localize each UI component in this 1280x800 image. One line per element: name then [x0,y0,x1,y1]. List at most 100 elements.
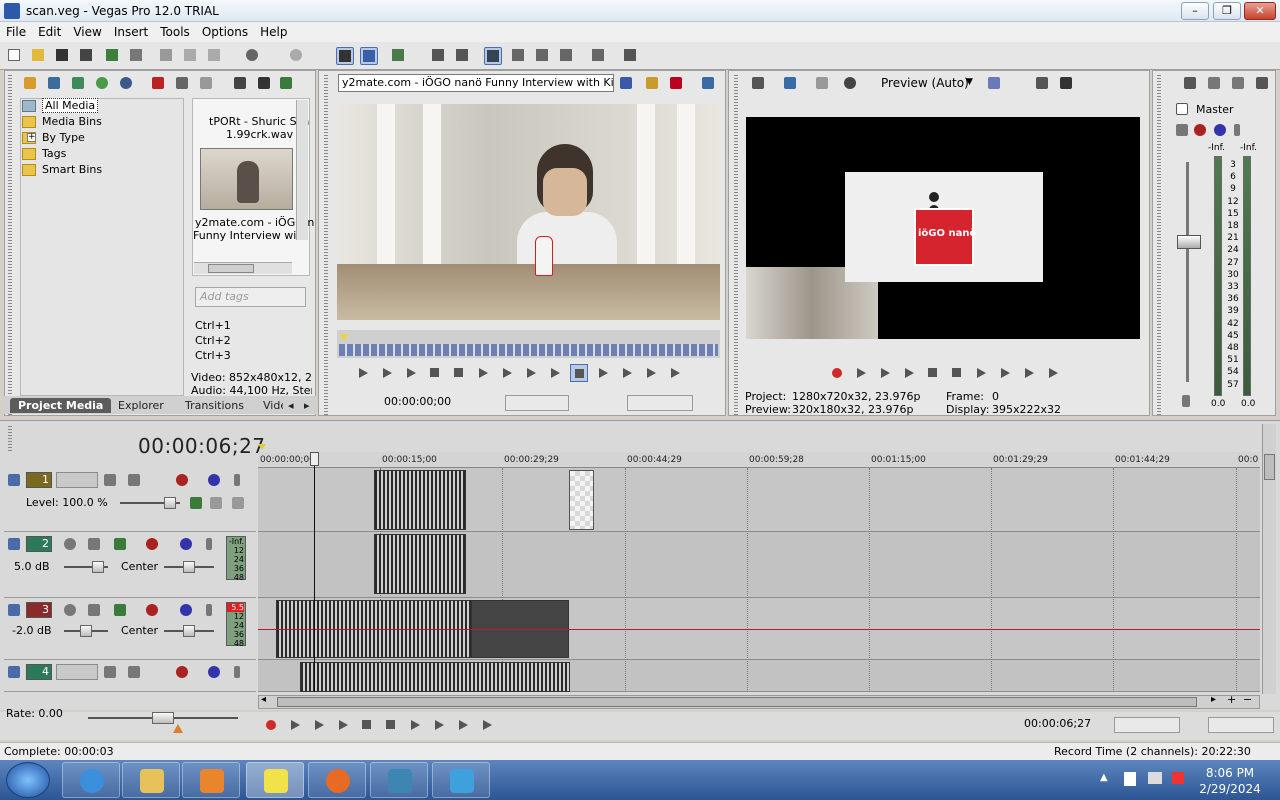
trimmer-video-frame[interactable] [337,104,720,320]
play-icon[interactable] [334,716,352,734]
master-fx-icon[interactable] [1194,124,1206,136]
trimmer-monitor-icon[interactable] [702,77,714,89]
previous-frame-icon[interactable] [1020,364,1038,382]
taskbar-vegas-pro[interactable] [246,762,304,798]
taskbar-clock[interactable]: 8:06 PM 2/29/2024 [1190,765,1270,797]
trimmer-length-box[interactable] [627,395,693,411]
track-routing-icon[interactable] [114,538,126,550]
record-icon[interactable] [262,716,280,734]
track-header-2[interactable]: 2 -Inf. 12 24 36 48 5.0 dB Center [4,532,256,598]
trimmer-clip-dropdown[interactable]: y2mate.com - iÖGO nanö Funny Interview w… [338,74,614,92]
loop-playback-icon[interactable] [852,364,870,382]
tree-all-media[interactable]: All Media [22,98,99,114]
add-tags-input[interactable]: Add tags [195,287,306,307]
tab-video-fx[interactable]: Vide [263,398,283,413]
track-minimize-icon[interactable] [8,604,20,616]
master-lock-icon[interactable] [1182,395,1190,407]
import-media-icon[interactable] [24,77,36,89]
properties-icon[interactable] [128,47,146,65]
panel-grip[interactable] [324,75,328,415]
trimmer-settings-icon[interactable] [620,77,632,89]
stop-icon[interactable] [450,364,468,382]
marker-icon[interactable] [258,444,266,450]
tab-project-media[interactable]: Project Media [10,398,112,413]
preview-fx-icon[interactable] [844,77,856,89]
cut-icon[interactable] [158,47,176,65]
make-compositing-child-icon[interactable] [210,497,222,509]
loop-playback-icon[interactable] [286,716,304,734]
track-mute-icon[interactable] [180,538,192,550]
capture-video-icon[interactable] [48,77,60,89]
add-to-timeline-right-icon[interactable] [642,364,660,382]
start-button[interactable] [6,762,50,798]
close-button[interactable]: ✕ [1244,2,1276,20]
play-from-start-icon[interactable] [876,364,894,382]
shortcut-ctrl1[interactable]: Ctrl+1 [195,318,231,333]
fit-to-fill-icon[interactable] [618,364,636,382]
trimmer-timecode[interactable]: 00:00:00;00 [380,395,490,411]
preview-properties-icon[interactable] [752,77,764,89]
tree-media-bins[interactable]: Media Bins [22,114,102,130]
previous-frame-icon[interactable] [522,364,540,382]
chevron-down-icon[interactable]: ▼ [966,77,973,87]
go-to-end-icon[interactable] [996,364,1014,382]
timeline-timecode[interactable]: 00:00:06;27 [138,434,266,458]
track-motion-icon[interactable] [104,666,116,678]
downmix-icon[interactable] [1208,77,1220,89]
menu-help[interactable]: Help [254,22,293,42]
refresh-icon[interactable] [96,77,108,89]
external-monitor-icon[interactable] [784,77,796,89]
panel-grip[interactable] [8,75,12,415]
track-fx-icon[interactable] [176,666,188,678]
get-media-from-web-icon[interactable] [72,77,84,89]
tabs-scroll-right-icon[interactable]: ▸ [304,398,310,413]
track-solo-icon[interactable] [206,604,212,616]
trimmer-in-marker-icon[interactable] [339,334,349,341]
timeline-vscrollbar[interactable] [1262,424,1276,694]
selection-length-box[interactable] [1208,717,1274,733]
add-to-timeline-icon[interactable] [570,364,588,382]
rate-slider[interactable] [88,712,238,724]
track-minimize-icon[interactable] [8,538,20,550]
track-mute-icon[interactable] [180,604,192,616]
expand-by-type-button[interactable]: + [27,133,36,142]
pause-icon[interactable] [426,364,444,382]
track-name-field[interactable] [56,664,98,680]
trimmer-close-icon[interactable] [670,77,682,89]
master-menu-icon[interactable] [1256,77,1268,89]
menu-insert[interactable]: Insert [108,22,154,42]
cursor-position[interactable]: 00:00:06;27 [1020,717,1091,733]
loop-playback-icon[interactable] [354,364,372,382]
audio-clip-name[interactable]: tPORt - Shuric Sca [209,115,309,128]
trimmer-more-icon[interactable] [666,364,684,382]
go-to-start-icon[interactable] [474,364,492,382]
next-frame-icon[interactable] [546,364,564,382]
redo-icon[interactable] [288,47,306,65]
audio-clip-name-line2[interactable]: 1.99crk.wav [226,128,293,141]
action-center-icon[interactable] [1124,772,1136,786]
render-icon[interactable] [104,47,122,65]
play-from-start-icon[interactable] [310,716,328,734]
track-solo-icon[interactable] [234,474,240,486]
media-list-hscrollbar[interactable] [194,262,292,274]
taskbar-explorer[interactable] [122,762,180,798]
menu-edit[interactable]: Edit [32,22,67,42]
track-fx-icon[interactable] [146,538,158,550]
copy-snapshot-icon[interactable] [1036,77,1048,89]
timeline-event-video-track4[interactable] [300,662,570,692]
selection-start-box[interactable] [1114,717,1180,733]
next-frame-icon[interactable] [1044,364,1062,382]
taskbar-movie-maker[interactable] [370,762,428,798]
open-folder-icon[interactable] [30,47,48,65]
undo-icon[interactable] [244,47,262,65]
lock-envelopes-icon[interactable] [454,47,472,65]
track-header-4[interactable]: 4 [4,660,256,692]
invert-phase-icon[interactable] [88,604,100,616]
arm-for-record-icon[interactable] [64,604,76,616]
preview-quality-dropdown[interactable]: Preview (Auto) [881,76,969,90]
arm-for-record-icon[interactable] [64,538,76,550]
panel-grip[interactable] [734,75,738,415]
track-name-field[interactable] [56,472,98,488]
master-solo-icon[interactable] [1234,124,1240,136]
auto-ripple-icon[interactable] [430,47,448,65]
